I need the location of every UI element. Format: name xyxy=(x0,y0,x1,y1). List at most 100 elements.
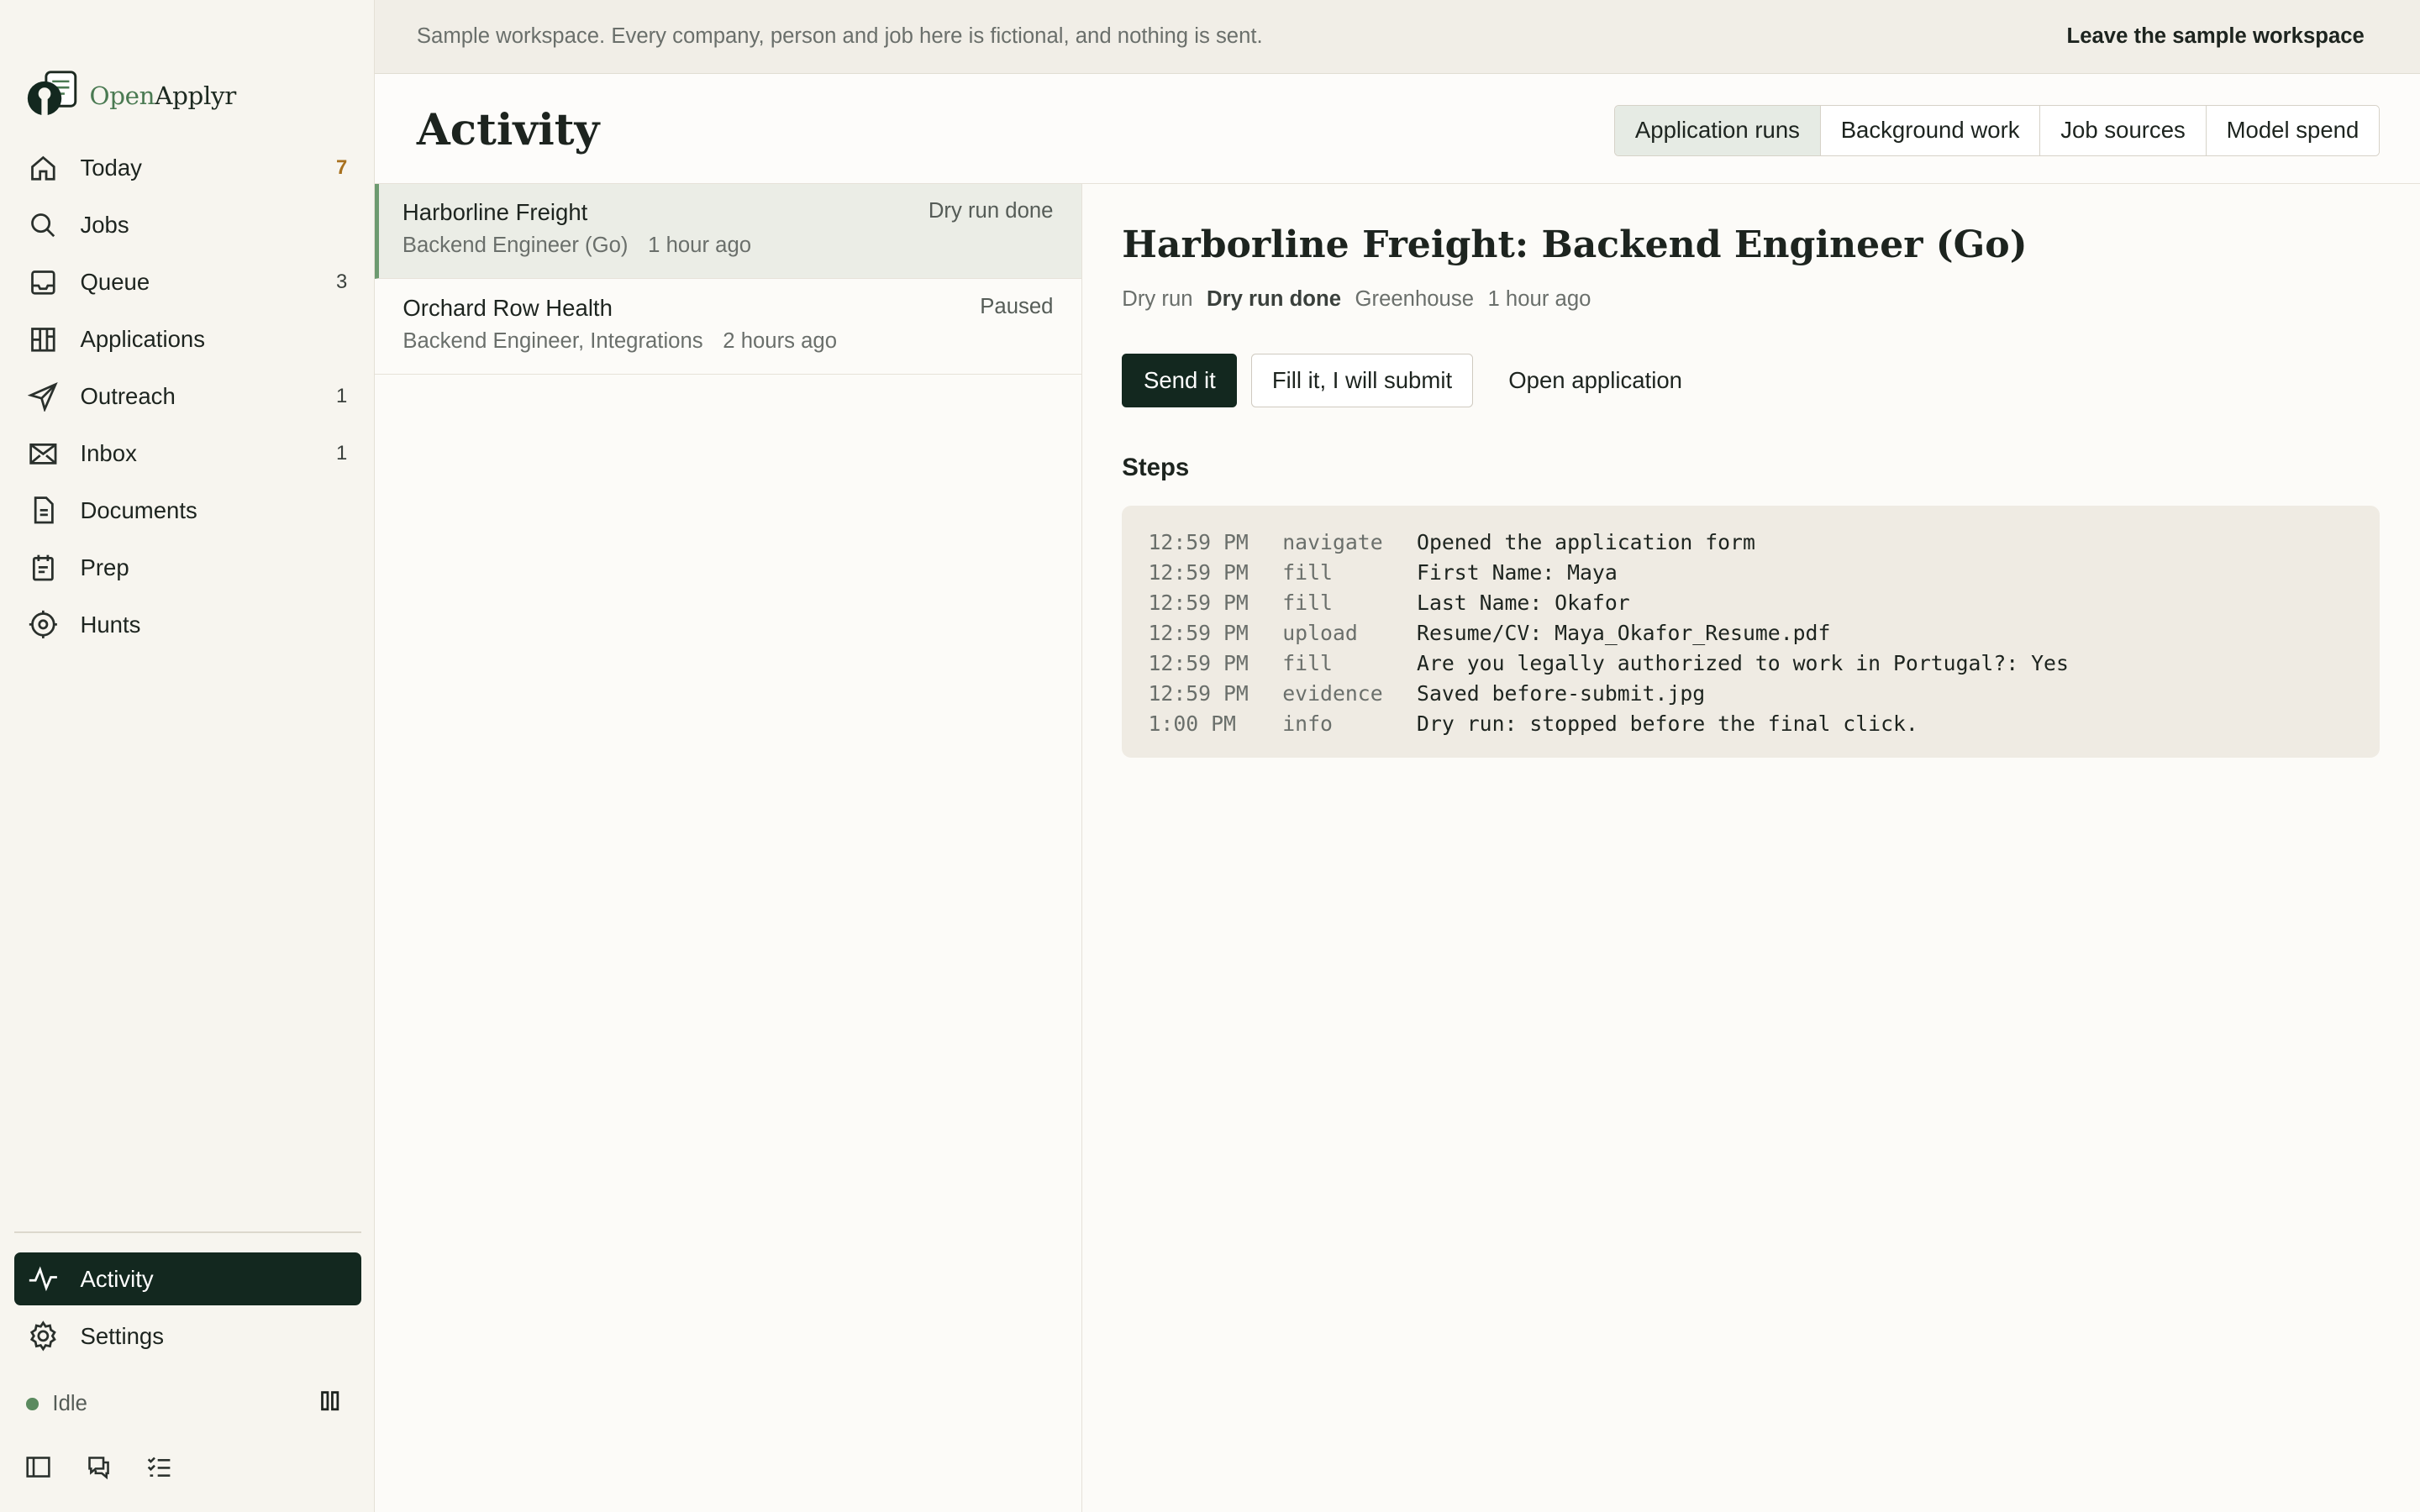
app-logo[interactable]: OpenApplyr xyxy=(26,71,236,120)
calendar-icon xyxy=(28,552,59,583)
run-time: 1 hour ago xyxy=(648,234,752,258)
nav-item-today[interactable]: Today 7 xyxy=(14,142,361,194)
open-application-button[interactable]: Open application xyxy=(1493,354,1697,407)
checklist-icon[interactable] xyxy=(144,1452,175,1483)
nav-item-applications[interactable]: Applications xyxy=(14,313,361,365)
steps-log: 12:59 PM navigate Opened the application f… xyxy=(1122,506,2381,758)
home-icon xyxy=(28,153,59,184)
app-name: OpenApplyr xyxy=(89,81,237,110)
nav-item-prep[interactable]: Prep xyxy=(14,542,361,594)
nav-label: Settings xyxy=(80,1322,164,1349)
status-dot xyxy=(26,1397,39,1410)
send-it-button[interactable]: Send it xyxy=(1122,353,1238,407)
tab-background-work[interactable]: Background work xyxy=(1820,105,2041,155)
send-icon xyxy=(28,381,59,412)
run-status: Paused xyxy=(980,294,1054,318)
nav-label: Documents xyxy=(80,496,197,523)
sidebar-footer xyxy=(24,1452,175,1483)
run-list-item[interactable]: Orchard Row Health Paused Backend Engine… xyxy=(375,279,1081,375)
run-mode: Dry run xyxy=(1122,286,1193,311)
log-row: 12:59 PM upload Resume/CV: Maya_Okafor_Res… xyxy=(1148,618,2353,648)
main-nav: Today 7 Jobs Queue 3 Applications Outrea… xyxy=(14,142,361,655)
run-company: Harborline Freight xyxy=(402,198,588,225)
log-time: 12:59 PM xyxy=(1148,681,1249,706)
page-header: Activity Application runs Background wor… xyxy=(375,74,2420,184)
worker-status: Idle xyxy=(26,1389,343,1419)
log-kind: fill xyxy=(1282,651,1333,676)
run-source: Greenhouse xyxy=(1355,286,1474,311)
log-kind: navigate xyxy=(1282,530,1383,555)
leave-sample-workspace-link[interactable]: Leave the sample workspace xyxy=(2067,24,2365,49)
log-message: Resume/CV: Maya_Okafor_Resume.pdf xyxy=(1417,621,1831,646)
nav-label: Prep xyxy=(80,554,129,580)
log-message: Dry run: stopped before the final click. xyxy=(1417,711,1918,737)
nav-item-documents[interactable]: Documents xyxy=(14,485,361,537)
log-row: 12:59 PM fill Last Name: Okafor xyxy=(1148,588,2353,618)
nav-count: 1 xyxy=(335,384,348,407)
run-role: Backend Engineer, Integrations xyxy=(402,328,703,353)
nav-count: 1 xyxy=(335,441,348,465)
log-message: Last Name: Okafor xyxy=(1417,591,1630,616)
pause-icon[interactable] xyxy=(318,1389,342,1419)
sidebar-toggle-icon[interactable] xyxy=(24,1452,55,1483)
log-kind: fill xyxy=(1282,591,1333,616)
nav-item-inbox[interactable]: Inbox 1 xyxy=(14,428,361,480)
nav-count: 7 xyxy=(335,156,348,180)
fill-it-button[interactable]: Fill it, I will submit xyxy=(1250,353,1473,407)
mail-icon xyxy=(28,438,59,470)
run-time: 2 hours ago xyxy=(723,328,838,353)
run-actions: Send it Fill it, I will submit Open appl… xyxy=(1122,353,1697,407)
log-kind: upload xyxy=(1282,621,1358,646)
log-message: Saved before-submit.jpg xyxy=(1417,681,1706,706)
log-message: Are you legally authorized to work in Po… xyxy=(1417,651,2069,676)
log-kind: evidence xyxy=(1282,681,1383,706)
sidebar: OpenApplyr Today 7 Jobs Queue 3 Applicat… xyxy=(0,0,376,1512)
nav-item-hunts[interactable]: Hunts xyxy=(14,598,361,650)
log-row: 12:59 PM fill Are you legally authorized t… xyxy=(1148,648,2353,679)
nav-item-outreach[interactable]: Outreach 1 xyxy=(14,370,361,423)
run-detail-title: Harborline Freight: Backend Engineer (Go… xyxy=(1122,223,2028,267)
run-status: Dry run done xyxy=(928,198,1054,223)
log-row: 12:59 PM navigate Opened the application f… xyxy=(1148,528,2353,558)
log-row: 12:59 PM fill First Name: Maya xyxy=(1148,558,2353,588)
run-meta: Dry run Dry run done Greenhouse 1 hour a… xyxy=(1122,287,1591,312)
log-time: 12:59 PM xyxy=(1148,530,1249,555)
tab-model-spend[interactable]: Model spend xyxy=(2206,105,2380,155)
nav-label: Outreach xyxy=(80,382,176,409)
run-company: Orchard Row Health xyxy=(402,294,613,321)
nav-item-activity[interactable]: Activity xyxy=(13,1252,361,1305)
nav-label: Activity xyxy=(80,1265,154,1292)
log-time: 12:59 PM xyxy=(1148,591,1249,616)
inbox-tray-icon xyxy=(28,267,59,298)
nav-label: Today xyxy=(80,155,142,181)
nav-label: Applications xyxy=(80,326,205,352)
log-message: First Name: Maya xyxy=(1417,560,1618,585)
nav-item-jobs[interactable]: Jobs xyxy=(14,199,361,251)
log-time: 12:59 PM xyxy=(1148,651,1249,676)
sidebar-divider xyxy=(13,1231,361,1233)
chat-icon[interactable] xyxy=(83,1452,114,1483)
log-time: 1:00 PM xyxy=(1148,711,1236,737)
nav-label: Inbox xyxy=(80,439,137,466)
nav-item-queue[interactable]: Queue 3 xyxy=(14,256,361,308)
log-kind: info xyxy=(1282,711,1333,737)
run-detail: Harborline Freight: Backend Engineer (Go… xyxy=(1083,184,2420,1512)
run-time: 1 hour ago xyxy=(1487,286,1591,311)
tab-application-runs[interactable]: Application runs xyxy=(1615,105,1821,155)
log-time: 12:59 PM xyxy=(1148,621,1249,646)
document-icon xyxy=(28,495,59,526)
log-row: 1:00 PM info Dry run: stopped before the f… xyxy=(1148,709,2353,739)
logo-mark-icon xyxy=(26,71,78,120)
kanban-icon xyxy=(28,324,59,355)
nav-item-settings[interactable]: Settings xyxy=(14,1310,361,1362)
status-label: Idle xyxy=(52,1391,87,1415)
nav-label: Queue xyxy=(80,269,150,296)
nav-label: Hunts xyxy=(80,611,141,638)
nav-count: 3 xyxy=(335,270,348,294)
activity-icon xyxy=(28,1263,59,1294)
log-kind: fill xyxy=(1282,560,1333,585)
tab-job-sources[interactable]: Job sources xyxy=(2040,105,2207,155)
run-list-item[interactable]: Harborline Freight Dry run done Backend … xyxy=(375,183,1081,280)
activity-tabs: Application runs Background work Job sou… xyxy=(1614,104,2381,156)
search-icon xyxy=(28,210,59,241)
